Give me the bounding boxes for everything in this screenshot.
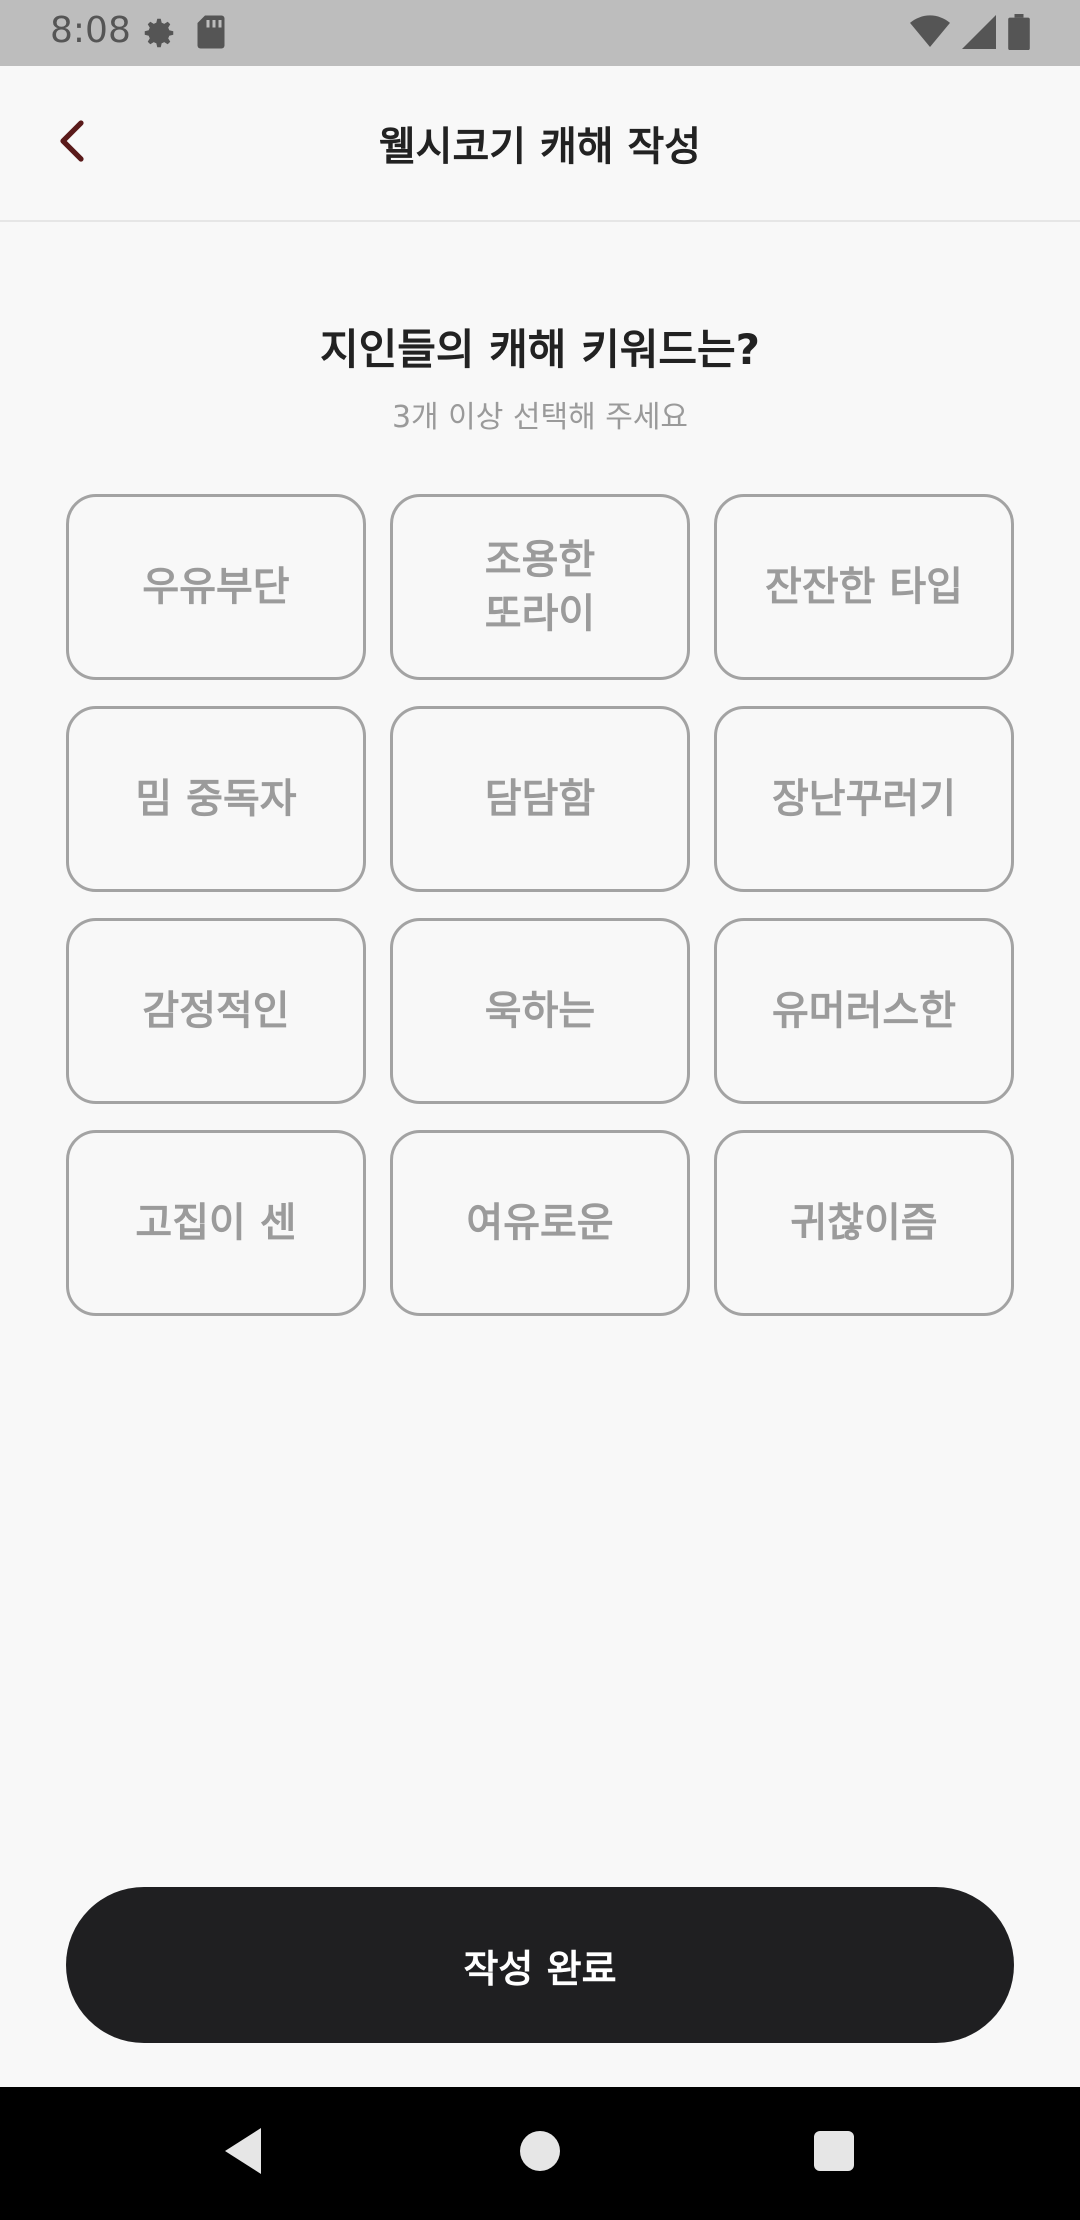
keyword-chip[interactable]: 유머러스한	[714, 918, 1014, 1104]
submit-button[interactable]: 작성 완료	[66, 1887, 1014, 2043]
keyword-chip[interactable]: 조용한 또라이	[390, 494, 690, 680]
keyword-chip[interactable]: 고집이 센	[66, 1130, 366, 1316]
status-bar: 8:08	[0, 0, 1080, 66]
nav-back-button[interactable]	[207, 2117, 279, 2189]
keyword-chip[interactable]: 감정적인	[66, 918, 366, 1104]
status-left-icons	[140, 14, 226, 56]
keyword-chip[interactable]: 밈 중독자	[66, 706, 366, 892]
keyword-chip[interactable]: 담담함	[390, 706, 690, 892]
keyword-grid: 우유부단 조용한 또라이 잔잔한 타입 밈 중독자 담담함 장난꾸러기 감정적인…	[66, 494, 1014, 1316]
page-title: 웰시코기 캐해 작성	[378, 124, 702, 170]
wifi-icon	[910, 15, 950, 53]
settings-gear-icon	[140, 14, 178, 56]
nav-home-button[interactable]	[504, 2117, 576, 2189]
question-heading: 지인들의 캐해 키워드는?	[319, 325, 760, 374]
system-nav-bar	[0, 2087, 1080, 2220]
keyword-chip[interactable]: 장난꾸러기	[714, 706, 1014, 892]
status-right-icons	[910, 14, 1030, 54]
sd-card-icon	[196, 14, 226, 56]
keyword-chip[interactable]: 귀찮이즘	[714, 1130, 1014, 1316]
home-circle-icon	[518, 2129, 562, 2177]
recents-square-icon	[813, 2130, 855, 2176]
back-triangle-icon	[221, 2126, 265, 2180]
nav-recents-button[interactable]	[798, 2117, 870, 2189]
cell-signal-icon	[962, 15, 996, 53]
battery-icon	[1008, 14, 1030, 54]
keyword-chip[interactable]: 욱하는	[390, 918, 690, 1104]
question-subtitle: 3개 이상 선택해 주세요	[391, 400, 689, 435]
app-header: 웰시코기 캐해 작성	[0, 66, 1080, 222]
status-time: 8:08	[50, 10, 131, 51]
keyword-chip[interactable]: 우유부단	[66, 494, 366, 680]
keyword-chip[interactable]: 여유로운	[390, 1130, 690, 1316]
keyword-chip[interactable]: 잔잔한 타입	[714, 494, 1014, 680]
